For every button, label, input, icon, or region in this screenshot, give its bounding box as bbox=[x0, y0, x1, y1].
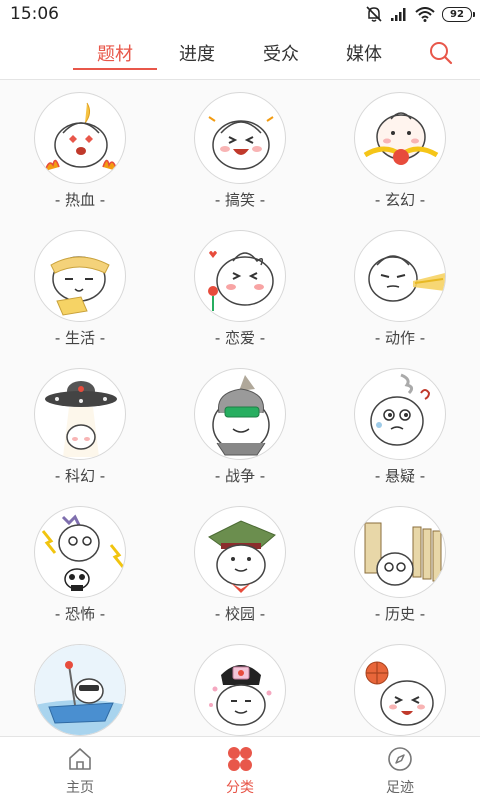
war-bun-icon[interactable] bbox=[194, 368, 286, 460]
category-hot-blood[interactable]: - 热血 - bbox=[0, 80, 160, 218]
category-war[interactable]: - 战争 - bbox=[160, 356, 320, 494]
campus-bun-icon[interactable] bbox=[194, 506, 286, 598]
palace-bun-icon[interactable] bbox=[194, 644, 286, 736]
status-icons: 92 bbox=[365, 5, 475, 23]
category-life[interactable]: - 生活 - bbox=[0, 218, 160, 356]
action-bun-icon[interactable] bbox=[354, 230, 446, 322]
life-bun-icon[interactable] bbox=[34, 230, 126, 322]
status-time: 15:06 bbox=[10, 4, 59, 24]
bottom-nav: 主页 分类 足迹 bbox=[0, 736, 480, 800]
fire-bun-icon[interactable] bbox=[34, 92, 126, 184]
category-mystery[interactable]: - 悬疑 - bbox=[320, 356, 480, 494]
category-grid: - 热血 - - 搞笑 - - 玄幻 - - 生活 - - 恋爱 - - 动作 … bbox=[0, 80, 480, 736]
active-tab-indicator bbox=[73, 68, 157, 70]
battery-icon: 92 bbox=[442, 6, 475, 22]
category-label[interactable]: - 玄幻 - bbox=[320, 189, 480, 210]
mystery-bun-icon[interactable] bbox=[354, 368, 446, 460]
category-action[interactable]: - 动作 - bbox=[320, 218, 480, 356]
nav-label[interactable]: 主页 bbox=[0, 777, 160, 797]
category-item[interactable] bbox=[160, 632, 320, 736]
laugh-bun-icon[interactable] bbox=[194, 92, 286, 184]
search-icon[interactable] bbox=[428, 40, 454, 66]
signal-icon bbox=[390, 7, 408, 22]
category-label[interactable]: - 恐怖 - bbox=[0, 603, 160, 624]
nav-label[interactable]: 分类 bbox=[160, 777, 320, 797]
category-icon[interactable] bbox=[226, 745, 254, 773]
category-fantasy[interactable]: - 玄幻 - bbox=[320, 80, 480, 218]
category-horror[interactable]: - 恐怖 - bbox=[0, 494, 160, 632]
status-bar: 15:06 92 bbox=[0, 0, 480, 28]
category-label[interactable]: - 搞笑 - bbox=[160, 189, 320, 210]
boat-bun-icon[interactable] bbox=[34, 644, 126, 736]
tab-audience[interactable]: 受众 bbox=[240, 40, 322, 66]
category-scifi[interactable]: - 科幻 - bbox=[0, 356, 160, 494]
category-label[interactable]: - 科幻 - bbox=[0, 465, 160, 486]
history-bun-icon[interactable] bbox=[354, 506, 446, 598]
tab-progress[interactable]: 进度 bbox=[156, 40, 238, 66]
tab-subject[interactable]: 题材 bbox=[74, 40, 156, 66]
category-history[interactable]: - 历史 - bbox=[320, 494, 480, 632]
category-item[interactable] bbox=[320, 632, 480, 736]
sports-bun-icon[interactable] bbox=[354, 644, 446, 736]
fantasy-bun-icon[interactable] bbox=[354, 92, 446, 184]
category-label[interactable]: - 恋爱 - bbox=[160, 327, 320, 348]
category-label[interactable]: - 校园 - bbox=[160, 603, 320, 624]
love-bun-icon[interactable] bbox=[194, 230, 286, 322]
compass-icon[interactable] bbox=[386, 745, 414, 773]
nav-label[interactable]: 足迹 bbox=[320, 777, 480, 797]
scifi-bun-icon[interactable] bbox=[34, 368, 126, 460]
category-tab-bar: 题材 进度 受众 媒体 bbox=[0, 28, 480, 80]
category-item[interactable] bbox=[0, 632, 160, 736]
wifi-icon bbox=[415, 6, 435, 22]
horror-bun-icon[interactable] bbox=[34, 506, 126, 598]
category-comedy[interactable]: - 搞笑 - bbox=[160, 80, 320, 218]
category-label[interactable]: - 生活 - bbox=[0, 327, 160, 348]
nav-footprint[interactable]: 足迹 bbox=[320, 737, 480, 800]
category-romance[interactable]: - 恋爱 - bbox=[160, 218, 320, 356]
mute-icon bbox=[365, 5, 383, 23]
category-label[interactable]: - 悬疑 - bbox=[320, 465, 480, 486]
category-label[interactable]: - 热血 - bbox=[0, 189, 160, 210]
category-campus[interactable]: - 校园 - bbox=[160, 494, 320, 632]
category-label[interactable]: - 战争 - bbox=[160, 465, 320, 486]
nav-home[interactable]: 主页 bbox=[0, 737, 160, 800]
nav-category[interactable]: 分类 bbox=[160, 737, 320, 800]
home-icon[interactable] bbox=[66, 745, 94, 773]
category-label[interactable]: - 动作 - bbox=[320, 327, 480, 348]
category-label[interactable]: - 历史 - bbox=[320, 603, 480, 624]
tab-media[interactable]: 媒体 bbox=[323, 40, 405, 66]
